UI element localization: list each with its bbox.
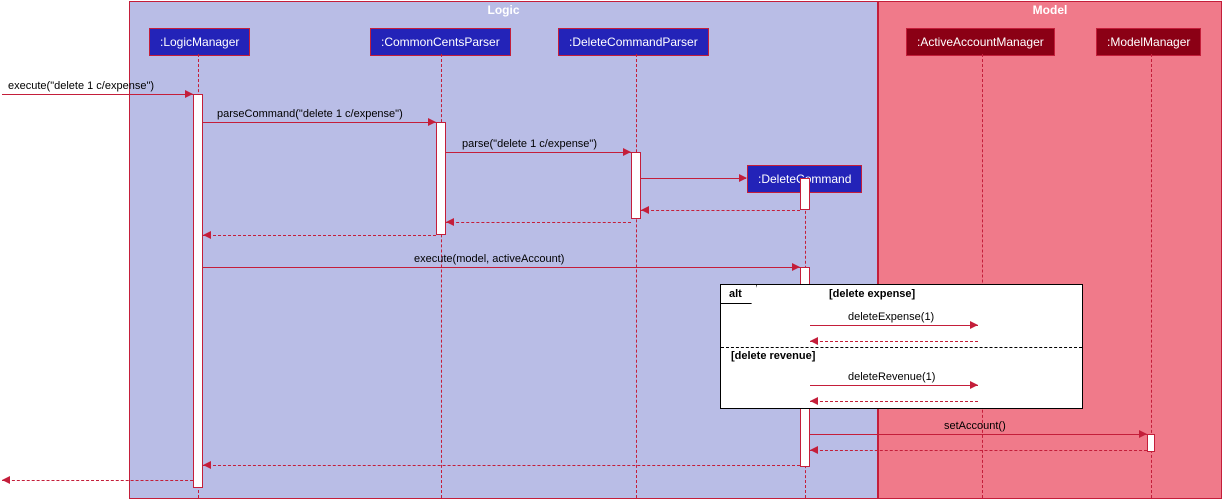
activation-model-manager: [1147, 434, 1155, 452]
arrowhead-parse-command: [428, 118, 436, 126]
arrow-execute2: [203, 267, 800, 268]
returnhead-dc-to-lm: [203, 461, 211, 469]
activation-logic-manager: [193, 94, 203, 488]
lifeline-delete-command-parser: [636, 54, 637, 498]
participant-active-account-manager: :ActiveAccountManager: [906, 28, 1055, 56]
return-dc-to-parser: [641, 210, 800, 211]
returnhead-dc-to-parser: [641, 206, 649, 214]
arrow-delete-revenue: [810, 385, 978, 386]
arrowhead-execute1: [185, 90, 193, 98]
msg-execute1: execute("delete 1 c/expense"): [8, 80, 154, 92]
arrowhead-set-account: [1139, 430, 1147, 438]
model-frame: Model: [878, 1, 1222, 499]
arrow-set-account: [810, 434, 1147, 435]
return-delete-revenue: [810, 401, 978, 402]
return-dc-to-lm: [203, 465, 800, 466]
logic-frame-title: Logic: [480, 1, 528, 19]
msg-set-account: setAccount(): [944, 420, 1006, 432]
arrowhead-delete-expense: [970, 321, 978, 329]
returnhead-cc-to-lm: [203, 231, 211, 239]
alt-fragment: alt [delete expense] [delete revenue]: [720, 284, 1083, 409]
lifeline-common-cents-parser: [441, 54, 442, 498]
arrow-create-delete-command: [641, 178, 746, 179]
return-lm-external: [2, 480, 193, 481]
arrowhead-create-delete-command: [739, 174, 747, 182]
model-frame-title: Model: [1025, 1, 1076, 19]
arrowhead-execute2: [792, 263, 800, 271]
arrow-parse-command: [203, 122, 436, 123]
alt-label: alt: [721, 285, 757, 304]
alt-cond1: [delete expense]: [829, 288, 915, 300]
activation-delete-command-parser: [631, 152, 641, 219]
participant-logic-manager: :LogicManager: [149, 28, 250, 56]
arrowhead-delete-revenue: [970, 381, 978, 389]
msg-parse: parse("delete 1 c/expense"): [462, 138, 597, 150]
activation-common-cents-parser: [436, 122, 446, 235]
logic-frame: Logic: [129, 1, 878, 499]
alt-cond2: [delete revenue]: [731, 350, 815, 362]
msg-delete-revenue: deleteRevenue(1): [848, 371, 935, 383]
return-set-account: [810, 450, 1147, 451]
return-delete-expense: [810, 341, 978, 342]
return-parser-to-cc: [446, 222, 631, 223]
arrow-execute1: [2, 94, 193, 95]
msg-execute2: execute(model, activeAccount): [414, 253, 564, 265]
msg-delete-expense: deleteExpense(1): [848, 311, 934, 323]
alt-divider: [721, 347, 1082, 348]
activation-delete-command-1: [800, 178, 810, 210]
arrowhead-parse: [623, 148, 631, 156]
participant-common-cents-parser: :CommonCentsParser: [370, 28, 511, 56]
lifeline-model-manager: [1151, 54, 1152, 498]
arrow-parse: [446, 152, 631, 153]
msg-parse-command: parseCommand("delete 1 c/expense"): [217, 108, 403, 120]
arrow-delete-expense: [810, 325, 978, 326]
returnhead-set-account: [810, 446, 818, 454]
returnhead-lm-external: [2, 476, 10, 484]
return-cc-to-lm: [203, 235, 436, 236]
returnhead-delete-expense: [810, 337, 818, 345]
returnhead-delete-revenue: [810, 397, 818, 405]
participant-delete-command-parser: :DeleteCommandParser: [558, 28, 709, 56]
returnhead-parser-to-cc: [446, 218, 454, 226]
participant-model-manager: :ModelManager: [1096, 28, 1201, 56]
